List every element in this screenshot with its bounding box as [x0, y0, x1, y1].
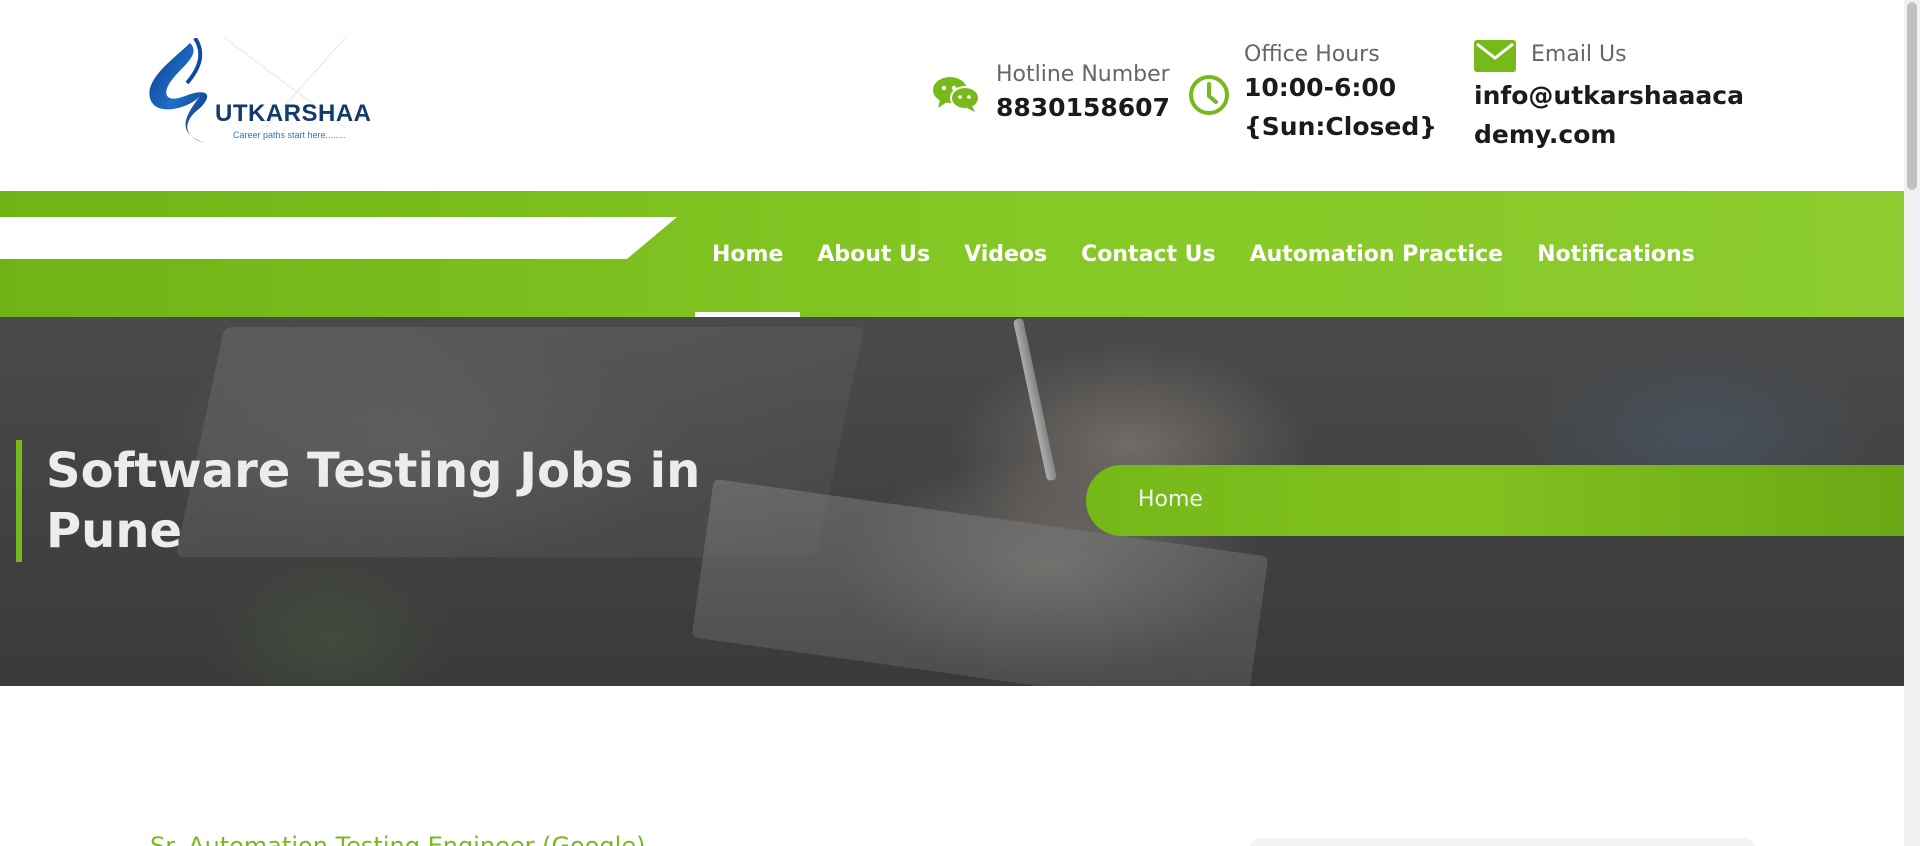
hotline-block: Hotline Number 8830158607 [932, 62, 1172, 132]
nav-item-automation-practice[interactable]: Automation Practice [1233, 191, 1520, 317]
logo-wordmark: UTKARSHAA [215, 100, 372, 127]
envelope-icon [1474, 40, 1516, 72]
logo-tagline: Career paths start here........ [233, 130, 346, 140]
office-hours-label: Office Hours [1244, 42, 1380, 67]
scrollbar-thumb[interactable] [1907, 2, 1917, 190]
clock-icon [1189, 75, 1229, 115]
office-hours-time: 10:00-6:00 [1244, 73, 1397, 102]
page-scrollbar[interactable] [1904, 0, 1920, 846]
hero-title-accent [16, 440, 22, 562]
hero-banner: Software Testing Jobs in Pune Home [0, 317, 1904, 686]
hero-background-pen [1012, 317, 1058, 482]
main-navbar: Home About Us Videos Contact Us Automati… [0, 191, 1904, 317]
nav-menu: Home About Us Videos Contact Us Automati… [695, 191, 1712, 317]
nav-item-notifications[interactable]: Notifications [1520, 191, 1712, 317]
nav-decor-stripe [0, 217, 677, 259]
office-hours-block: Office Hours 10:00-6:00 {Sun:Closed} [1188, 42, 1437, 152]
email-block: Email Us info@utkarshaaaca demy.com [1474, 40, 1764, 150]
office-hours-closed: {Sun:Closed} [1244, 112, 1438, 141]
hotline-number[interactable]: 8830158607 [996, 88, 1170, 127]
email-address-line2[interactable]: demy.com [1474, 115, 1616, 154]
utkarshaa-logo[interactable]: UTKARSHAA Career paths start here.......… [145, 36, 372, 148]
hotline-label: Hotline Number [996, 62, 1170, 87]
nav-item-home[interactable]: Home [695, 191, 801, 317]
email-address-line1[interactable]: info@utkarshaaaca [1474, 76, 1744, 115]
page-title: Software Testing Jobs in Pune [46, 443, 701, 559]
breadcrumb: Home [1086, 465, 1904, 536]
nav-item-contact-us[interactable]: Contact Us [1064, 191, 1232, 317]
chat-bubbles-icon [933, 77, 980, 112]
nav-item-about-us[interactable]: About Us [800, 191, 947, 317]
site-header: UTKARSHAA Career paths start here.......… [0, 0, 1904, 191]
job-heading[interactable]: Sr. Automation Testing Engineer (Google) [150, 832, 645, 846]
email-label: Email Us [1531, 42, 1627, 67]
breadcrumb-home-link[interactable]: Home [1138, 487, 1203, 512]
nav-item-videos[interactable]: Videos [947, 191, 1064, 317]
sidebar-card [1250, 838, 1755, 846]
